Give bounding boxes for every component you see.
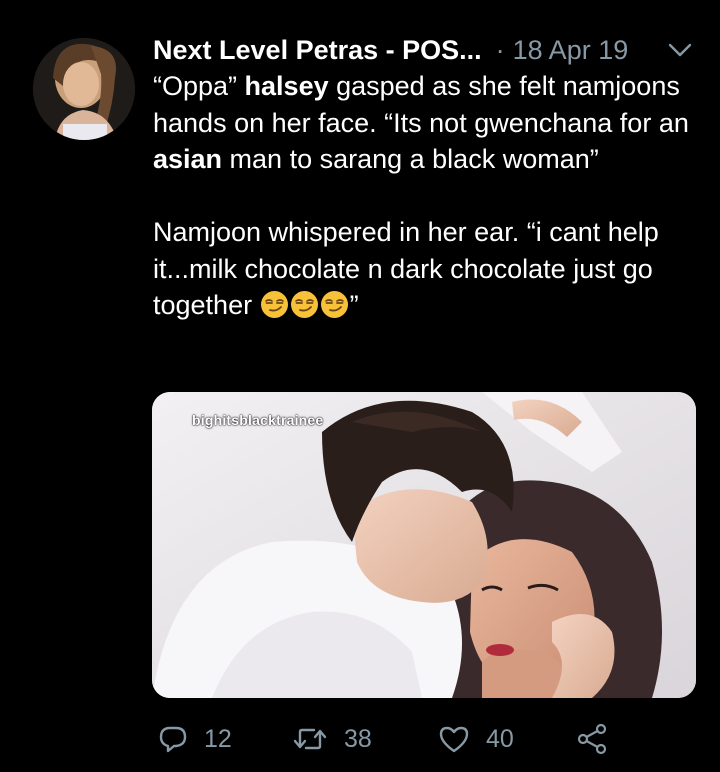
tweet-actions: 12 38 40 bbox=[158, 722, 628, 756]
avatar[interactable] bbox=[33, 38, 135, 140]
like-count: 40 bbox=[486, 724, 514, 753]
header-separator: · bbox=[495, 34, 505, 65]
chevron-down-icon[interactable] bbox=[667, 38, 693, 62]
tweet-text: “Oppa” halsey gasped as she felt namjoon… bbox=[153, 68, 703, 324]
tweet-paragraph: Namjoon whispered in her ear. “i cant he… bbox=[153, 214, 703, 324]
tweet-header: Next Level Petras - POS... · 18 Apr 19 bbox=[153, 32, 693, 68]
smirking-face-emoji-icon bbox=[320, 290, 349, 319]
share-button[interactable] bbox=[576, 722, 608, 756]
smirking-face-emoji-icon bbox=[290, 290, 319, 319]
text-run: ” bbox=[349, 290, 359, 320]
text-run: “Oppa” bbox=[153, 71, 245, 101]
retweet-button[interactable]: 38 bbox=[292, 722, 372, 756]
retweet-icon bbox=[292, 724, 328, 754]
text-run: man to sarang a black woman” bbox=[222, 144, 599, 174]
smirking-face-emoji-icon bbox=[260, 290, 289, 319]
like-button[interactable]: 40 bbox=[438, 722, 514, 756]
tweet[interactable]: Next Level Petras - POS... · 18 Apr 19 “… bbox=[0, 0, 720, 772]
tweet-date[interactable]: 18 Apr 19 bbox=[513, 35, 629, 66]
display-name[interactable]: Next Level Petras - POS... bbox=[153, 35, 482, 66]
reply-count: 12 bbox=[204, 724, 232, 753]
reply-button[interactable]: 12 bbox=[158, 722, 232, 756]
share-icon bbox=[576, 723, 608, 755]
reply-icon bbox=[158, 724, 188, 754]
retweet-count: 38 bbox=[344, 724, 372, 753]
media-watermark: bighitsblacktrainee bbox=[192, 412, 324, 428]
tweet-media-image[interactable]: bighitsblacktrainee bbox=[152, 392, 696, 698]
hashtag-like-bold: halsey bbox=[244, 71, 329, 101]
heart-icon bbox=[438, 724, 470, 754]
bold-word: asian bbox=[153, 144, 223, 174]
text-run: Namjoon whispered in her ear. “i cant he… bbox=[153, 217, 659, 320]
tweet-paragraph: “Oppa” halsey gasped as she felt namjoon… bbox=[153, 68, 703, 178]
